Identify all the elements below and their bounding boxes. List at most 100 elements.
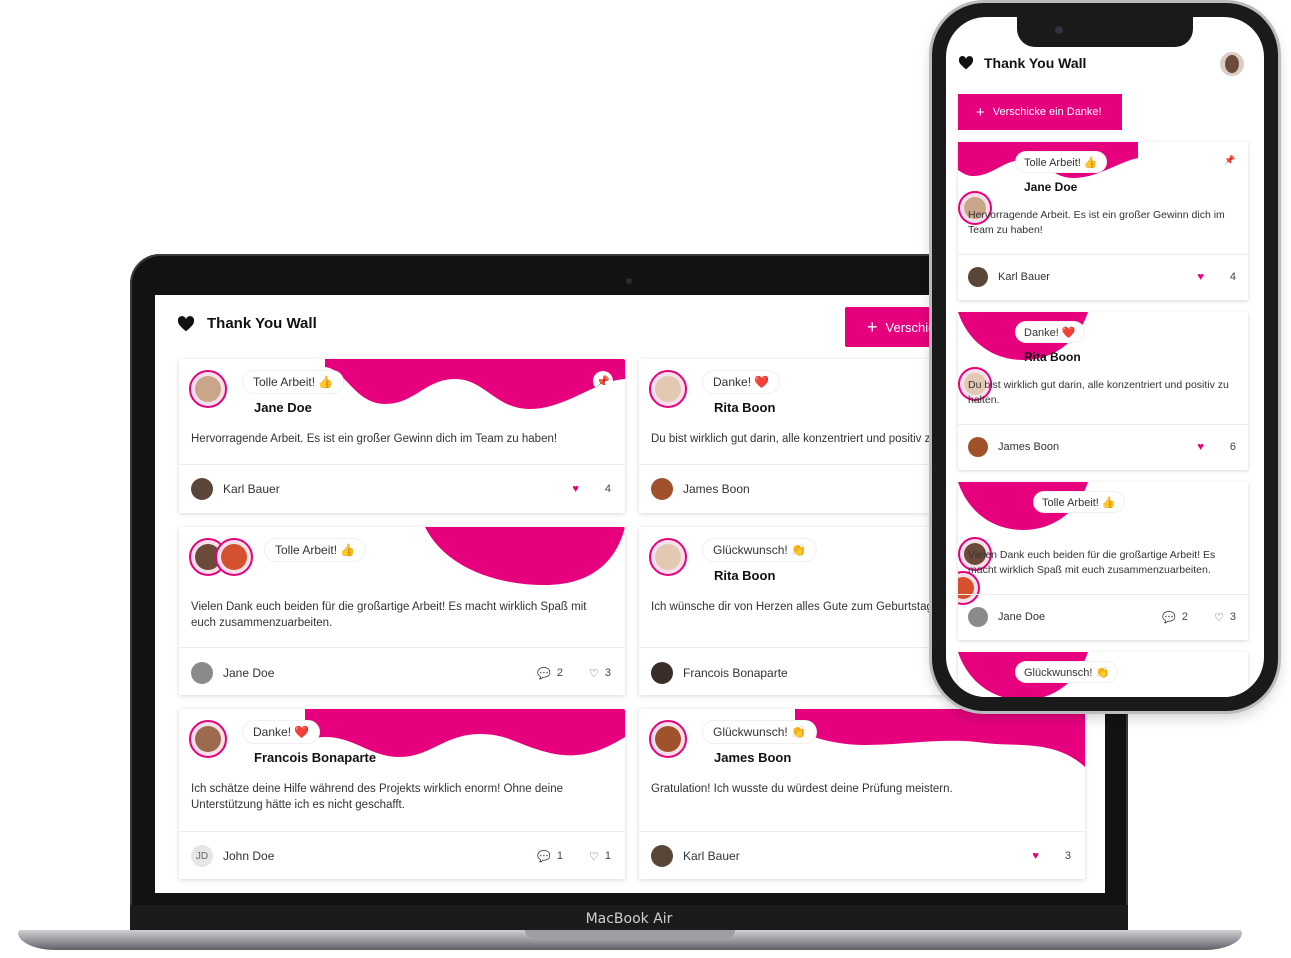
badge: Glückwunsch! 👏 bbox=[1016, 662, 1118, 682]
sender-avatar bbox=[651, 478, 673, 500]
sender-avatar bbox=[191, 478, 213, 500]
comment-icon[interactable]: 💬 bbox=[537, 850, 551, 863]
comment-count: 2 bbox=[556, 667, 563, 679]
comment-count: 2 bbox=[1181, 611, 1188, 623]
mobile-app-header: Thank You Wall bbox=[958, 55, 1086, 71]
sender-name: Jane Doe bbox=[998, 611, 1046, 623]
sender-avatar bbox=[968, 607, 988, 627]
sender-avatar bbox=[191, 662, 213, 684]
divider bbox=[179, 464, 625, 465]
badge: Tolle Arbeit! 👍 bbox=[243, 371, 344, 393]
like-count: 6 bbox=[1229, 441, 1236, 453]
sender-name: James Boon bbox=[683, 482, 750, 496]
recipient-avatars bbox=[189, 370, 227, 408]
pin-icon[interactable]: 📌 bbox=[1222, 152, 1238, 168]
sender-row: JD John Doe 💬 1 ♡ 1 bbox=[191, 845, 611, 867]
mobile-thank-you-card[interactable]: 📌 Tolle Arbeit! 👍 Jane Doe Hervorragende… bbox=[958, 142, 1248, 300]
badge: Tolle Arbeit! 👍 bbox=[265, 539, 366, 561]
profile-avatar[interactable] bbox=[1220, 52, 1244, 76]
card-wave-decoration bbox=[325, 359, 625, 409]
like-outline-icon[interactable]: ♡ bbox=[589, 667, 599, 680]
like-count: 3 bbox=[1064, 850, 1071, 862]
sender-row: James Boon ♥ 6 bbox=[968, 437, 1236, 457]
recipient-name: Rita Boon bbox=[1024, 350, 1081, 364]
heart-icon bbox=[958, 56, 974, 70]
card-stats: ♥ 4 bbox=[1197, 271, 1236, 283]
card-message: Ich schätze deine Hilfe während des Proj… bbox=[191, 783, 564, 811]
mobile-thank-you-card[interactable]: Glückwunsch! 👏 bbox=[958, 652, 1248, 697]
app-header: Thank You Wall bbox=[177, 315, 317, 332]
like-icon[interactable]: ♥ bbox=[1032, 850, 1039, 862]
recipient-avatars bbox=[189, 538, 253, 576]
thank-you-card[interactable]: Glückwunsch! 👏 James Boon Gratulation! I… bbox=[639, 709, 1085, 879]
phone-notch bbox=[1017, 17, 1193, 47]
sender-avatar bbox=[968, 267, 988, 287]
avatar bbox=[189, 370, 227, 408]
badge: Tolle Arbeit! 👍 bbox=[1016, 152, 1106, 172]
sender-row: Karl Bauer ♥ 3 bbox=[651, 845, 1071, 867]
card-stats: ♥ 3 bbox=[1032, 850, 1071, 862]
comment-count: 1 bbox=[556, 850, 563, 862]
card-stats: 💬 1 ♡ 1 bbox=[537, 850, 611, 863]
sender-name: Karl Bauer bbox=[683, 849, 740, 863]
mobile-thank-you-card[interactable]: Danke! ❤️ Rita Boon Du bist wirklich gut… bbox=[958, 312, 1248, 470]
like-count: 1 bbox=[604, 850, 611, 862]
divider bbox=[179, 647, 625, 648]
comment-icon[interactable]: 💬 bbox=[1162, 611, 1176, 624]
card-wave-decoration bbox=[795, 709, 1085, 767]
thank-you-card[interactable]: Danke! ❤️ Francois Bonaparte Ich schätze… bbox=[179, 709, 625, 879]
mobile-send-thanks-label: Verschicke ein Danke! bbox=[992, 106, 1102, 118]
divider bbox=[958, 424, 1248, 425]
sender-name: John Doe bbox=[223, 849, 275, 863]
pin-icon[interactable]: 📌 bbox=[593, 371, 613, 391]
like-outline-icon[interactable]: ♡ bbox=[589, 850, 599, 863]
mobile-thank-you-card[interactable]: Tolle Arbeit! 👍 Vielen Dank euch beiden … bbox=[958, 482, 1248, 640]
recipient-avatars bbox=[649, 720, 687, 758]
sender-initials-avatar: JD bbox=[191, 845, 213, 867]
thank-you-card[interactable]: 📌 Tolle Arbeit! 👍 Jane Doe Hervorragende… bbox=[179, 359, 625, 513]
badge: Glückwunsch! 👏 bbox=[703, 539, 816, 561]
like-count: 4 bbox=[604, 483, 611, 495]
like-count: 4 bbox=[1229, 271, 1236, 283]
mobile-app-title: Thank You Wall bbox=[984, 55, 1087, 71]
card-stats: 💬 2 ♡ 3 bbox=[1162, 611, 1236, 624]
like-outline-icon[interactable]: ♡ bbox=[1214, 611, 1224, 624]
recipient-name: Rita Boon bbox=[714, 400, 776, 415]
divider bbox=[639, 831, 1085, 832]
mobile-app: Thank You Wall + Verschicke ein Danke! 📌… bbox=[946, 17, 1264, 697]
app-title: Thank You Wall bbox=[207, 315, 317, 332]
sender-name: Francois Bonaparte bbox=[683, 666, 788, 680]
badge: Tolle Arbeit! 👍 bbox=[1034, 492, 1124, 512]
sender-name: James Boon bbox=[998, 441, 1060, 453]
card-stats: ♥ 6 bbox=[1197, 441, 1236, 453]
sender-name: Jane Doe bbox=[223, 666, 275, 680]
avatar bbox=[649, 370, 687, 408]
avatar bbox=[215, 538, 253, 576]
sender-avatar bbox=[651, 662, 673, 684]
avatar bbox=[649, 538, 687, 576]
card-message: Du bist wirklich gut darin, alle konzent… bbox=[968, 379, 1229, 406]
badge: Glückwunsch! 👏 bbox=[703, 721, 816, 743]
badge: Danke! ❤️ bbox=[703, 371, 780, 393]
divider bbox=[179, 831, 625, 832]
recipient-name: James Boon bbox=[714, 750, 792, 765]
avatar bbox=[649, 720, 687, 758]
card-stats: ♥ 4 bbox=[572, 483, 611, 495]
badge: Danke! ❤️ bbox=[1016, 322, 1084, 342]
like-icon[interactable]: ♥ bbox=[1197, 271, 1204, 283]
heart-icon bbox=[177, 315, 195, 331]
card-message: Hervorragende Arbeit. Es ist ein großer … bbox=[191, 433, 558, 445]
badge: Danke! ❤️ bbox=[243, 721, 320, 743]
like-count: 3 bbox=[1229, 611, 1236, 623]
thank-you-card[interactable]: Tolle Arbeit! 👍 Vielen Dank euch beiden … bbox=[179, 527, 625, 695]
mobile-send-thanks-button[interactable]: + Verschicke ein Danke! bbox=[958, 94, 1122, 130]
comment-icon[interactable]: 💬 bbox=[537, 667, 551, 680]
like-count: 3 bbox=[604, 667, 611, 679]
recipient-name: Jane Doe bbox=[254, 400, 312, 415]
like-icon[interactable]: ♥ bbox=[1197, 441, 1204, 453]
recipient-avatars bbox=[649, 538, 687, 576]
plus-icon: + bbox=[867, 317, 878, 337]
recipient-name: Francois Bonaparte bbox=[254, 750, 377, 765]
like-icon[interactable]: ♥ bbox=[572, 483, 579, 495]
laptop-model-label: MacBook Air bbox=[585, 911, 673, 927]
